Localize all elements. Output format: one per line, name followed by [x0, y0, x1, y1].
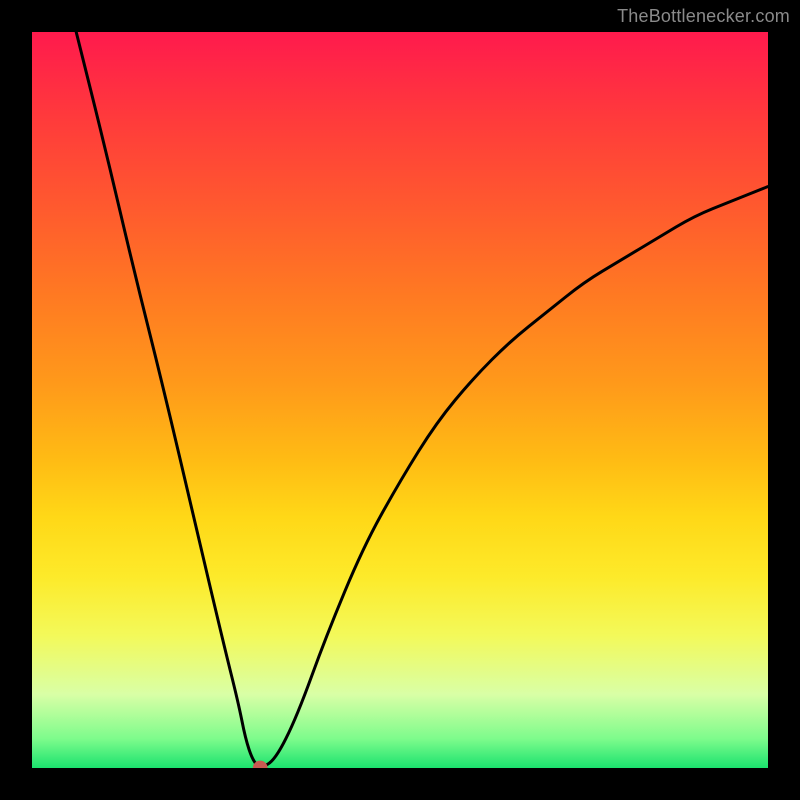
watermark-text: TheBottlenecker.com [617, 6, 790, 27]
curve-svg [32, 32, 768, 768]
bottleneck-curve [76, 32, 768, 766]
plot-area [32, 32, 768, 768]
chart-frame: TheBottlenecker.com [0, 0, 800, 800]
